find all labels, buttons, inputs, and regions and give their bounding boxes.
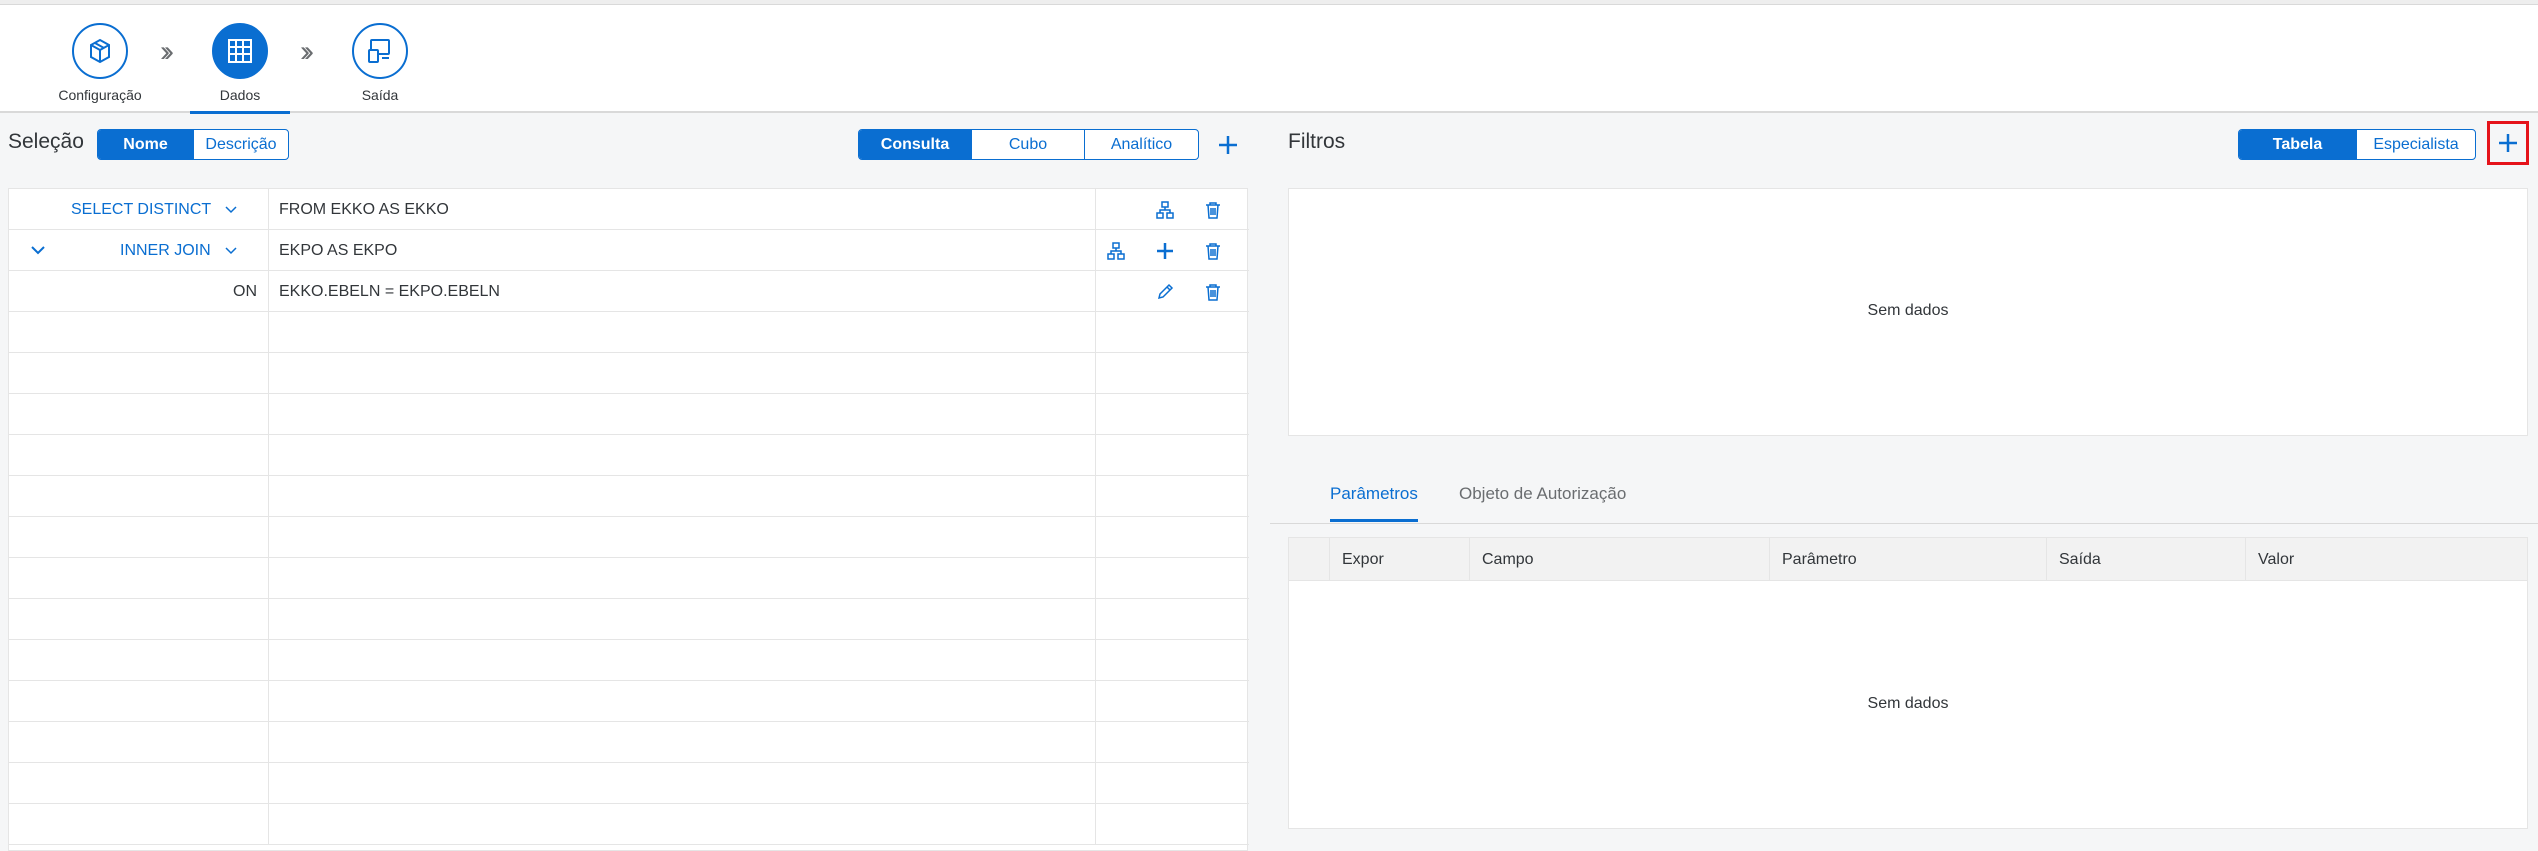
filters-title: Filtros <box>1288 130 1346 153</box>
table-header: Expor Campo Parâmetro Saída Valor <box>1289 538 2527 581</box>
col-expor[interactable]: Expor <box>1329 538 1469 581</box>
add-selection-button[interactable] <box>1210 127 1246 163</box>
empty-row <box>9 640 1249 681</box>
add-icon[interactable] <box>1153 239 1177 263</box>
params-table: Expor Campo Parâmetro Saída Valor Sem da… <box>1288 537 2528 829</box>
bottom-tab-bar: Parâmetros Objeto de Autorização <box>1270 470 2538 524</box>
filters-empty-text: Sem dados <box>1867 302 1949 319</box>
toggle-analitico[interactable]: Analítico <box>1085 130 1198 159</box>
step-configuracao[interactable]: Configuração <box>20 23 180 103</box>
empty-row <box>9 312 1249 353</box>
delete-icon[interactable] <box>1201 280 1225 304</box>
delete-icon[interactable] <box>1201 239 1225 263</box>
toggle-descricao[interactable]: Descrição <box>194 130 288 159</box>
expand-chevron-icon[interactable] <box>31 246 45 255</box>
empty-row <box>9 763 1249 804</box>
toggle-tabela[interactable]: Tabela <box>2239 130 2357 159</box>
highlight-box <box>2487 121 2529 165</box>
table-row[interactable]: INNER JOIN EKPO AS EKPO <box>9 230 1249 271</box>
selected-tab-indicator <box>1330 519 1418 522</box>
row-value: FROM EKKO AS EKKO <box>269 189 1096 230</box>
chevron-down-icon[interactable] <box>225 206 237 214</box>
selection-title: Seleção <box>8 130 84 153</box>
row-value: EKKO.EBELN = EKPO.EBELN <box>269 271 1096 312</box>
tab-label: Objeto de Autorização <box>1459 484 1627 503</box>
filters-panel: Sem dados <box>1288 188 2528 436</box>
table-grid-icon <box>212 23 268 79</box>
tab-label: Parâmetros <box>1330 484 1418 503</box>
delete-icon[interactable] <box>1201 198 1225 222</box>
empty-row <box>9 558 1249 599</box>
filters-view-toggle: Tabela Especialista <box>2238 129 2476 160</box>
table-row[interactable]: ON EKKO.EBELN = EKPO.EBELN <box>9 271 1249 312</box>
selection-grid: SELECT DISTINCT FROM EKKO AS EKKO INNER … <box>8 188 1249 851</box>
params-empty-text: Sem dados <box>1867 695 1949 712</box>
chevron-down-icon[interactable] <box>225 247 237 255</box>
empty-row <box>9 476 1249 517</box>
add-icon <box>1219 136 1237 154</box>
empty-row <box>9 804 1249 845</box>
wizard-header: Configuração ›› Dados ›› Saída <box>0 5 2538 114</box>
package-icon <box>72 23 128 79</box>
row-value: EKPO AS EKPO <box>269 230 1096 271</box>
empty-row <box>9 681 1249 722</box>
keyword-inner-join[interactable]: INNER JOIN <box>120 242 211 260</box>
step-label: Dados <box>219 87 261 103</box>
col-campo[interactable]: Campo <box>1469 538 1769 581</box>
tab-objeto-autorizacao[interactable]: Objeto de Autorização <box>1459 484 1626 504</box>
toggle-cubo[interactable]: Cubo <box>972 130 1085 159</box>
empty-row <box>9 353 1249 394</box>
empty-row <box>9 722 1249 763</box>
edit-icon[interactable] <box>1153 280 1177 304</box>
display-toggle: Nome Descrição <box>97 129 289 160</box>
step-label: Saída <box>361 87 399 103</box>
empty-row <box>9 517 1249 558</box>
empty-row <box>9 435 1249 476</box>
empty-row <box>9 394 1249 435</box>
tab-parametros[interactable]: Parâmetros <box>1330 484 1418 522</box>
active-step-indicator <box>190 111 290 114</box>
col-valor[interactable]: Valor <box>2245 538 2529 581</box>
empty-row <box>9 599 1249 640</box>
step-label: Configuração <box>58 87 142 103</box>
hierarchy-icon[interactable] <box>1153 198 1177 222</box>
toggle-especialista[interactable]: Especialista <box>2357 130 2475 159</box>
keyword-on: ON <box>233 283 257 300</box>
table-row[interactable]: SELECT DISTINCT FROM EKKO AS EKKO <box>9 189 1249 230</box>
mode-toggle: Consulta Cubo Analítico <box>858 129 1199 160</box>
step-dados[interactable]: Dados <box>160 23 320 114</box>
toggle-consulta[interactable]: Consulta <box>859 130 972 159</box>
step-saida[interactable]: Saída <box>300 23 460 103</box>
hierarchy-icon[interactable] <box>1104 239 1128 263</box>
toggle-nome[interactable]: Nome <box>98 130 194 159</box>
col-saida[interactable]: Saída <box>2046 538 2245 581</box>
devices-icon <box>352 23 408 79</box>
col-parametro[interactable]: Parâmetro <box>1769 538 2046 581</box>
keyword-select-distinct[interactable]: SELECT DISTINCT <box>71 201 211 219</box>
